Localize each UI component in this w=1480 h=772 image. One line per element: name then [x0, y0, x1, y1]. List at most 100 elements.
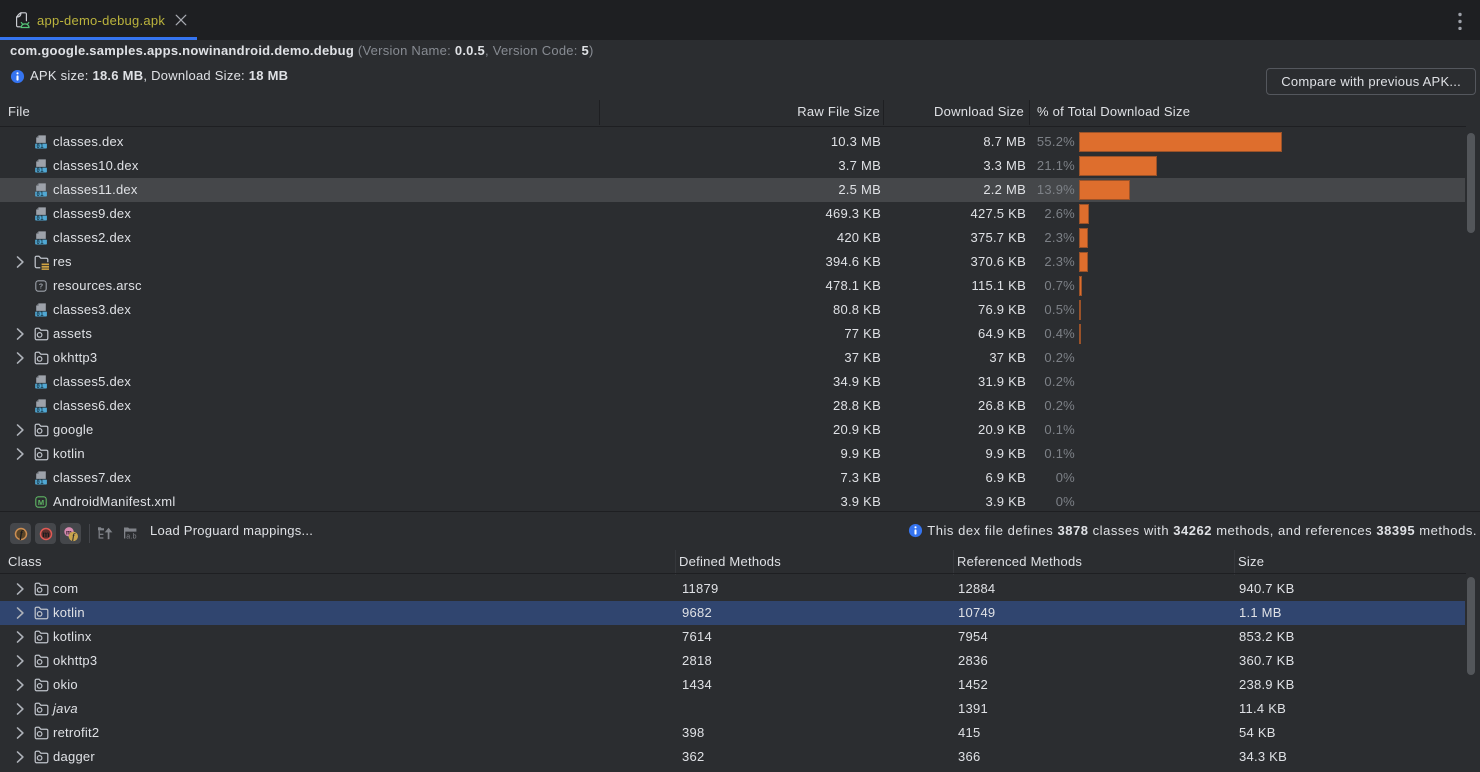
expand-chevron-icon[interactable] — [12, 677, 28, 693]
sort-by-icon[interactable] — [97, 525, 113, 541]
file-row-resources.arsc[interactable]: ?resources.arsc478.1 KB115.1 KB0.7% — [0, 274, 1465, 298]
file-name: classes10.dex — [53, 154, 139, 178]
expand-chevron-icon[interactable] — [12, 581, 28, 597]
raw-size-cell: 28.8 KB — [650, 394, 881, 418]
class-row-retrofit2[interactable]: retrofit239841554 KB — [0, 721, 1465, 745]
class-row-okhttp3[interactable]: okhttp328182836360.7 KB — [0, 649, 1465, 673]
file-row-classes7.dex[interactable]: 01 classes7.dex7.3 KB6.9 KB0% — [0, 466, 1465, 490]
file-row-classes9.dex[interactable]: 01 classes9.dex469.3 KB427.5 KB2.6% — [0, 202, 1465, 226]
raw-size-cell: 9.9 KB — [650, 442, 881, 466]
apk-analyzer-window: app-demo-debug.apk com.google.samples.ap… — [0, 0, 1480, 772]
file-row-kotlin[interactable]: kotlin9.9 KB9.9 KB0.1% — [0, 442, 1465, 466]
file-row-classes5.dex[interactable]: 01 classes5.dex34.9 KB31.9 KB0.2% — [0, 370, 1465, 394]
file-row-classes11.dex[interactable]: 01 classes11.dex2.5 MB2.2 MB13.9% — [0, 178, 1465, 202]
class-row-com[interactable]: com1187912884940.7 KB — [0, 577, 1465, 601]
dex-info-mid2: methods, and references — [1212, 523, 1376, 538]
pct-cell: 0.5% — [1000, 298, 1075, 322]
classes-col-defined[interactable]: Defined Methods — [679, 549, 781, 576]
class-row-kotlinx[interactable]: kotlinx76147954853.2 KB — [0, 625, 1465, 649]
class-name: kotlin — [53, 601, 85, 625]
file-row-classes10.dex[interactable]: 01 classes10.dex3.7 MB3.3 MB21.1% — [0, 154, 1465, 178]
res-icon — [33, 254, 49, 270]
download-pct-bar — [1079, 300, 1081, 320]
class-row-kotlin[interactable]: kotlin9682107491.1 MB — [0, 601, 1465, 625]
expand-chevron-icon[interactable] — [12, 629, 28, 645]
file-row-AndroidManifest.xml[interactable]: MAndroidManifest.xml3.9 KB3.9 KB0% — [0, 490, 1465, 511]
load-proguard-mappings-label[interactable]: Load Proguard mappings... — [150, 512, 313, 549]
package-icon — [33, 629, 49, 645]
file-row-res[interactable]: res394.6 KB370.6 KB2.3% — [0, 250, 1465, 274]
classes-col-class[interactable]: Class — [8, 549, 42, 576]
download-pct-bar — [1079, 324, 1081, 344]
classes-col-size[interactable]: Size — [1238, 549, 1264, 576]
expand-chevron-icon[interactable] — [12, 725, 28, 741]
raw-size-cell: 469.3 KB — [650, 202, 881, 226]
tab-apk-file[interactable]: app-demo-debug.apk — [0, 0, 197, 40]
apk-size-line: APK size: 18.6 MB, Download Size: 18 MB — [10, 68, 288, 84]
expand-chevron-icon[interactable] — [12, 422, 28, 438]
classes-header-underline — [0, 573, 1466, 574]
show-methods-toggle-button[interactable]: m — [35, 523, 56, 544]
dex-icon: 01 — [33, 374, 49, 390]
expand-chevron-icon[interactable] — [12, 326, 28, 342]
file-row-okhttp3[interactable]: okhttp337 KB37 KB0.2% — [0, 346, 1465, 370]
files-col-raw-size[interactable]: Raw File Size — [700, 99, 880, 126]
file-row-classes2.dex[interactable]: 01 classes2.dex420 KB375.7 KB2.3% — [0, 226, 1465, 250]
svg-text:01: 01 — [36, 168, 44, 174]
deobfuscate-icon[interactable]: a.b — [123, 525, 139, 541]
file-row-assets[interactable]: assets77 KB64.9 KB0.4% — [0, 322, 1465, 346]
dex-toolbar: f m mf a.b Load Proguard mappings... Thi… — [0, 512, 1480, 549]
svg-text:01: 01 — [36, 480, 44, 486]
raw-size-cell: 7.3 KB — [650, 466, 881, 490]
raw-size-cell: 77 KB — [650, 322, 881, 346]
show-fields-toggle-button[interactable]: f — [10, 523, 31, 544]
file-name: kotlin — [53, 442, 85, 466]
tab-label: app-demo-debug.apk — [37, 13, 165, 28]
expand-chevron-icon[interactable] — [12, 605, 28, 621]
files-table-body: 01 classes.dex10.3 MB8.7 MB55.2% 01 clas… — [0, 127, 1480, 511]
class-name: okio — [53, 673, 78, 697]
expand-chevron-icon[interactable] — [12, 350, 28, 366]
class-row-java[interactable]: java139111.4 KB — [0, 697, 1465, 721]
package-icon — [33, 701, 49, 717]
class-name: retrofit2 — [53, 721, 99, 745]
file-row-classes6.dex[interactable]: 01 classes6.dex28.8 KB26.8 KB0.2% — [0, 394, 1465, 418]
download-pct-bar — [1079, 156, 1157, 176]
expand-chevron-icon[interactable] — [12, 701, 28, 717]
files-col-file[interactable]: File — [8, 99, 30, 126]
compare-with-previous-apk-button[interactable]: Compare with previous APK... — [1266, 68, 1476, 95]
expand-chevron-icon[interactable] — [12, 446, 28, 462]
version-code: 5 — [582, 43, 589, 58]
kebab-menu-icon[interactable] — [1453, 12, 1467, 30]
raw-size-cell: 478.1 KB — [650, 274, 881, 298]
files-col-pct[interactable]: % of Total Download Size — [1037, 99, 1190, 126]
referenced-methods-cell: 1452 — [958, 673, 988, 697]
referenced-methods-cell: 366 — [958, 745, 980, 769]
class-row-okio[interactable]: okio14341452238.9 KB — [0, 673, 1465, 697]
files-col-download-size[interactable]: Download Size — [886, 99, 1024, 126]
svg-text:01: 01 — [36, 216, 44, 222]
classes-table-scrollbar[interactable] — [1467, 577, 1475, 675]
expand-chevron-icon[interactable] — [12, 653, 28, 669]
file-name: google — [53, 418, 94, 442]
class-row-dagger[interactable]: dagger36236634.3 KB — [0, 745, 1465, 769]
file-name: classes11.dex — [53, 178, 138, 202]
file-row-classes3.dex[interactable]: 01 classes3.dex80.8 KB76.9 KB0.5% — [0, 298, 1465, 322]
size-cell: 940.7 KB — [1239, 577, 1295, 601]
file-row-google[interactable]: google20.9 KB20.9 KB0.1% — [0, 418, 1465, 442]
file-row-classes.dex[interactable]: 01 classes.dex10.3 MB8.7 MB55.2% — [0, 130, 1465, 154]
tab-close-icon[interactable] — [173, 12, 189, 28]
size-cell: 238.9 KB — [1239, 673, 1295, 697]
raw-size-cell: 2.5 MB — [650, 178, 881, 202]
show-referenced-nodes-toggle-button[interactable]: mf — [60, 523, 81, 544]
expand-chevron-icon[interactable] — [12, 749, 28, 765]
files-table-scrollbar[interactable] — [1467, 133, 1475, 233]
classes-col-referenced[interactable]: Referenced Methods — [957, 549, 1082, 576]
download-size-label: , Download Size: — [143, 68, 248, 83]
expand-chevron-icon[interactable] — [12, 254, 28, 270]
package-name: com.google.samples.apps.nowinandroid.dem… — [10, 43, 354, 58]
file-name: resources.arsc — [53, 274, 142, 298]
size-cell: 360.7 KB — [1239, 649, 1295, 673]
svg-text:01: 01 — [36, 192, 44, 198]
raw-size-cell: 20.9 KB — [650, 418, 881, 442]
